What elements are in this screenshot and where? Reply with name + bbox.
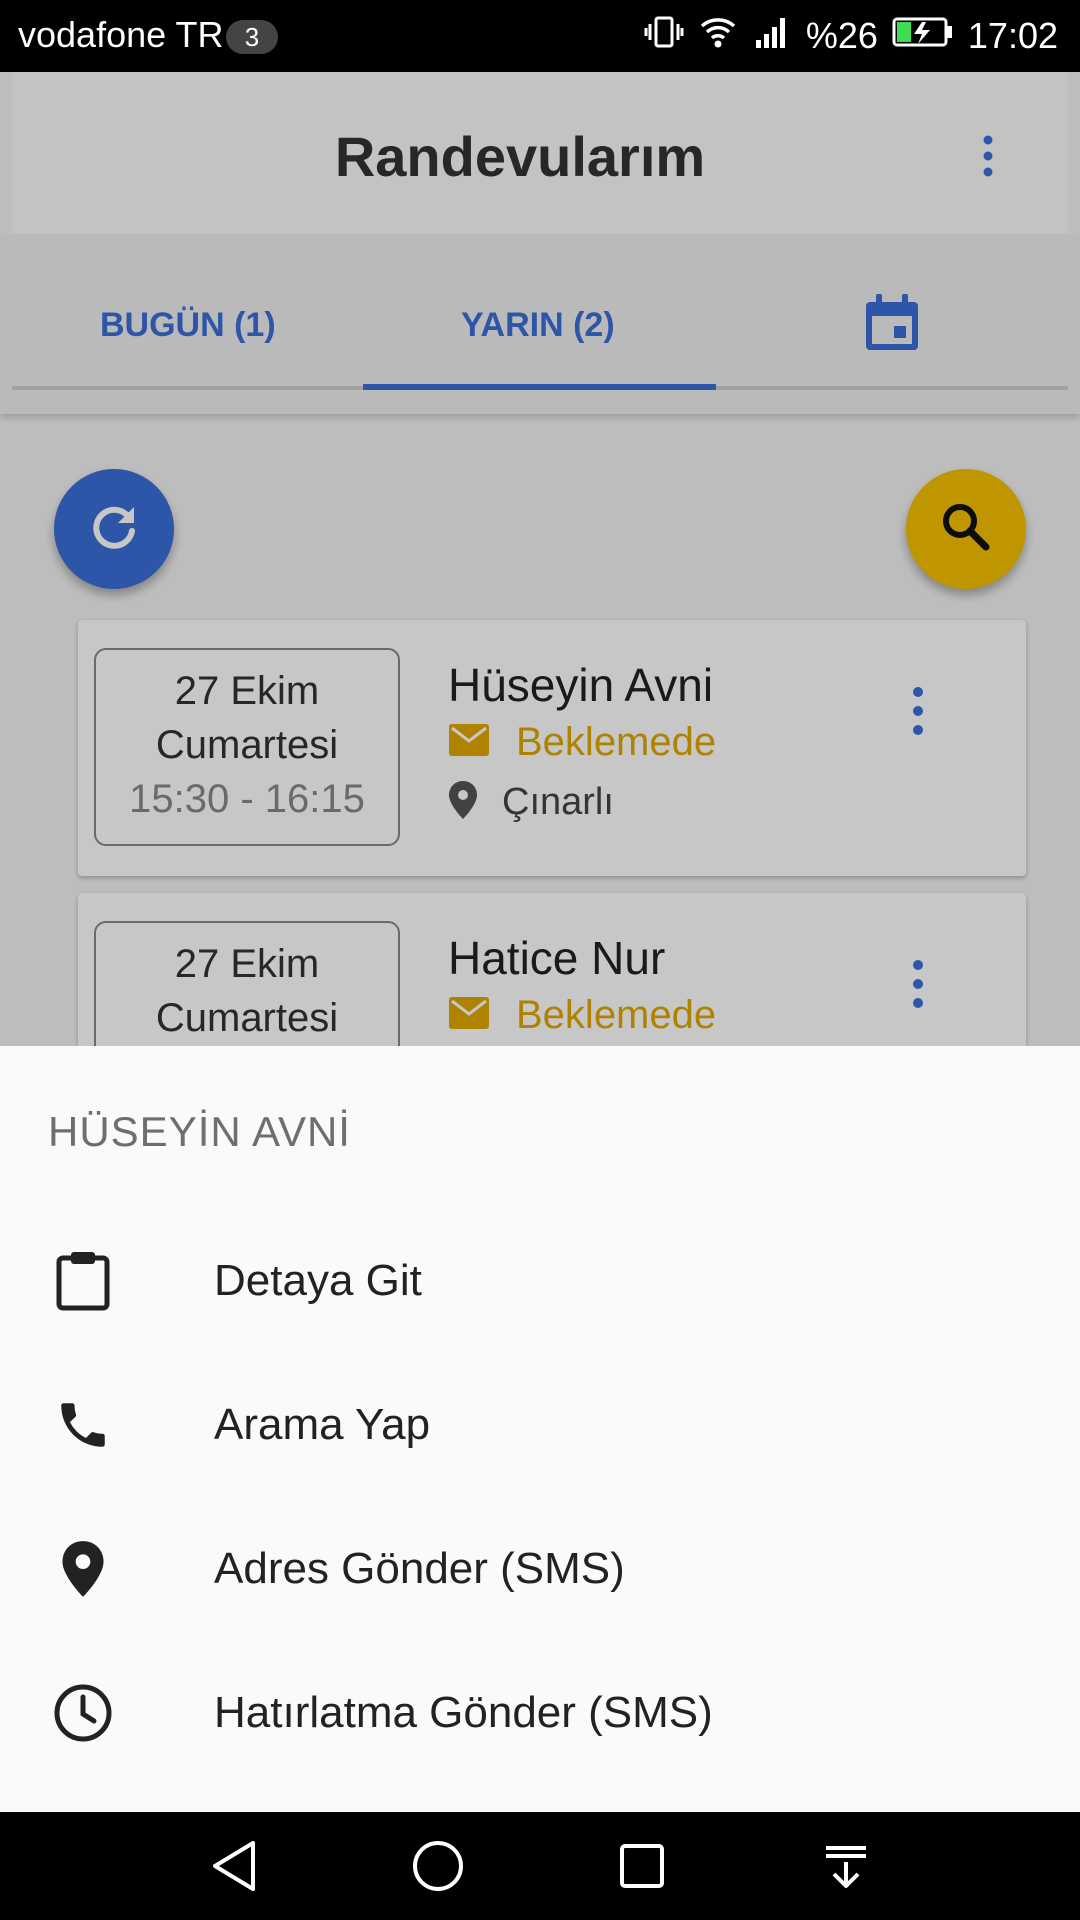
notification-drawer-icon[interactable] (816, 1836, 876, 1896)
clock-time: 17:02 (967, 15, 1058, 56)
menu-item-label: Adres Gönder (SMS) (214, 1544, 625, 1593)
clock-icon (50, 1680, 116, 1746)
sim-badge: 3 (226, 20, 278, 54)
signal-icon (752, 14, 792, 59)
status-bar: vodafone TR 3 %26 17:02 (0, 0, 1080, 72)
clipboard-icon (50, 1248, 116, 1314)
recents-icon[interactable] (612, 1836, 672, 1896)
menu-item-send-reminder[interactable]: Hatırlatma Gönder (SMS) (0, 1641, 1080, 1785)
wifi-icon (698, 14, 738, 59)
bottom-sheet: HÜSEYİN AVNİ Detaya Git Arama Yap Adres … (0, 1046, 1080, 1812)
menu-item-send-address[interactable]: Adres Gönder (SMS) (0, 1497, 1080, 1641)
menu-item-label: Hatırlatma Gönder (SMS) (214, 1688, 713, 1737)
home-icon[interactable] (408, 1836, 468, 1896)
location-pin-icon (50, 1536, 116, 1602)
carrier-name: vodafone TR (18, 14, 224, 55)
vibrate-icon (644, 12, 684, 61)
menu-item-call[interactable]: Arama Yap (0, 1353, 1080, 1497)
navigation-bar (0, 1812, 1080, 1920)
back-icon[interactable] (204, 1836, 264, 1896)
phone-icon (50, 1392, 116, 1458)
menu-item-label: Detaya Git (214, 1256, 422, 1305)
status-icons: %26 17:02 (644, 14, 1058, 58)
menu-item-detail[interactable]: Detaya Git (0, 1209, 1080, 1353)
menu-item-label: Arama Yap (214, 1400, 431, 1449)
battery-percent: %26 (805, 15, 878, 56)
battery-charging-icon (892, 15, 954, 57)
sheet-title: HÜSEYİN AVNİ (48, 1108, 351, 1155)
modal-scrim[interactable] (0, 72, 1080, 1046)
